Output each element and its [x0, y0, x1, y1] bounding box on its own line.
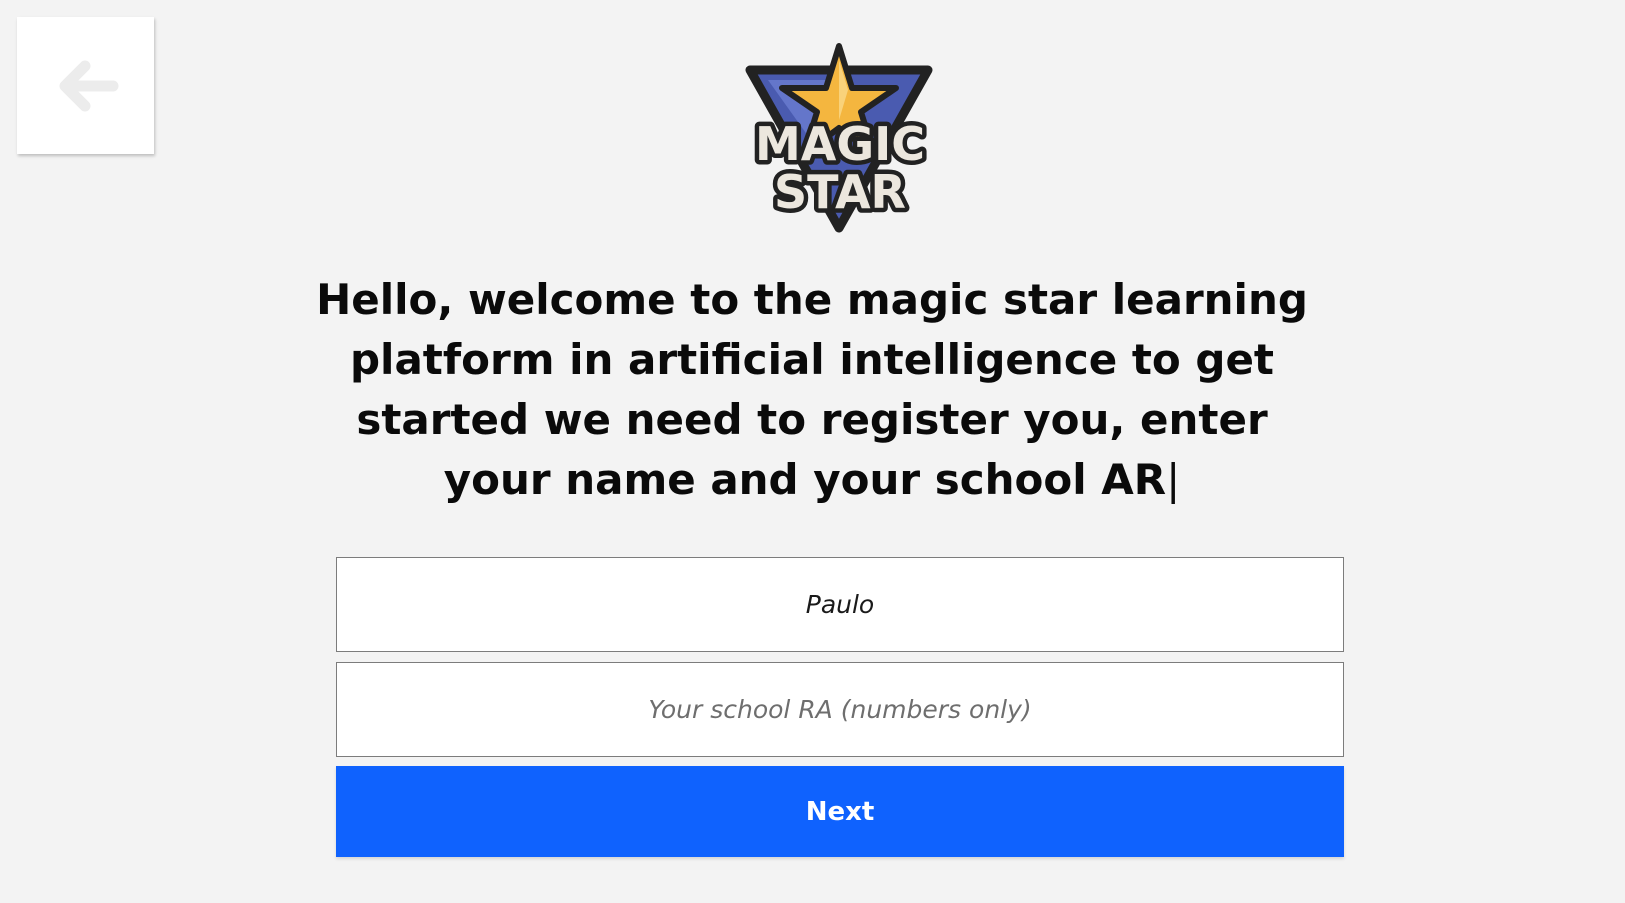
welcome-text: Hello, welcome to the magic star learnin… — [316, 275, 1308, 504]
back-button[interactable] — [17, 17, 154, 154]
magic-star-logo: MAGIC STAR — [740, 40, 940, 235]
logo-text-line1: MAGIC — [755, 117, 925, 171]
next-button[interactable]: Next — [336, 766, 1344, 857]
welcome-message: Hello, welcome to the magic star learnin… — [312, 270, 1312, 510]
name-input[interactable] — [336, 557, 1344, 652]
school-ra-input[interactable] — [336, 662, 1344, 757]
arrow-left-icon — [59, 60, 118, 111]
text-caret: | — [1166, 455, 1181, 504]
logo-text-line2: STAR — [774, 165, 906, 219]
